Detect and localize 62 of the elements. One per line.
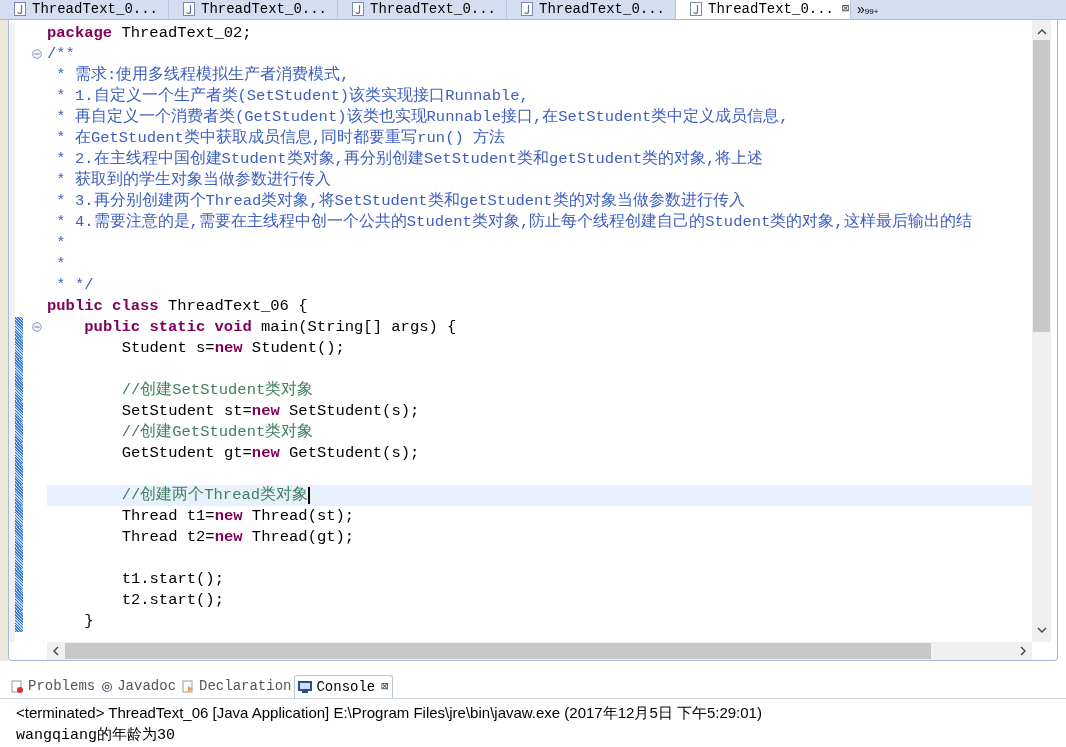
panel-tab-label: Console — [316, 677, 376, 697]
code-line: //创建两个Thread类对象 — [121, 484, 309, 506]
code-line: * 2.在主线程中国创建Student类对象,再分别创建SetStudent类和getStudent类的对象,将上述 — [55, 148, 764, 170]
at-sign-icon — [101, 680, 114, 693]
code-line: } — [84, 610, 94, 632]
code-line: * — [55, 232, 66, 254]
panel-tab[interactable]: Declaration — [179, 675, 295, 698]
scroll-thumb[interactable] — [1033, 39, 1050, 332]
java-file-icon — [521, 2, 533, 17]
tab-label: ThreadText_0... — [32, 2, 159, 17]
declaration-icon — [182, 679, 196, 694]
console-output: wangqiang的年龄为30 — [15, 725, 177, 746]
code-line: * 在GetStudent类中获取成员信息,同时都要重写run() 方法 — [55, 127, 506, 149]
fold-collapse-icon[interactable] — [32, 49, 42, 60]
panel-tab[interactable]: Problems — [8, 675, 99, 698]
code-line: SetStudent st=new SetStudent(s); — [121, 400, 420, 422]
editor-tab[interactable]: ThreadText_0... ⊠ — [676, 0, 851, 19]
code-line: * 1.自定义一个生产者类(SetStudent)该类实现接口Runnable, — [55, 85, 529, 107]
tab-label: ThreadText_0... — [708, 2, 835, 17]
java-file-icon — [352, 2, 364, 17]
code-line: GetStudent gt=new GetStudent(s); — [121, 442, 420, 464]
text-cursor — [308, 486, 311, 504]
fold-collapse-icon[interactable] — [32, 322, 42, 333]
code-line: * 需求:使用多线程模拟生产者消费模式, — [55, 64, 350, 86]
code-line: Thread t2=new Thread(gt); — [121, 526, 355, 548]
console-icon — [298, 681, 313, 694]
panel-tab-label: Declaration — [199, 677, 292, 697]
scroll-thumb[interactable] — [65, 643, 931, 660]
code-line: public class ThreadText_06 { — [47, 295, 308, 317]
overflow-arrow[interactable]: » — [857, 2, 865, 17]
code-line: public static void main(String[] args) { — [84, 316, 457, 338]
java-file-icon — [14, 2, 26, 17]
code-line: t1.start(); — [121, 568, 224, 590]
vertical-scrollbar[interactable] — [1032, 19, 1051, 643]
java-file-icon — [690, 2, 702, 17]
code-line: Student s=new Student(); — [121, 337, 345, 359]
panel-tab[interactable]: Console ⊠ — [294, 675, 393, 698]
code-line: * 再自定义一个消费者类(GetStudent)该类也实现Runnable接口,在SetStudent类中定义成员信息, — [55, 106, 789, 128]
tab-label: ThreadText_0... — [539, 2, 666, 17]
code-line: * 3.再分别创建两个Thread类对象,将SetStudent类和getStudent类的对象当做参数进行传入 — [55, 190, 745, 212]
horizontal-scrollbar[interactable] — [47, 642, 1032, 661]
problems-icon — [11, 679, 24, 694]
code-line: * 获取到的学生对象当做参数进行传入 — [55, 169, 331, 191]
tab-label: ThreadText_0... — [201, 2, 328, 17]
console-header: <terminated> ThreadText_06 [Java Application] E:\Program Files\jre\bin\javaw.exe (2017年12月5日 下午5:29:01) — [15, 703, 763, 723]
code-line: Thread t1=new Thread(st); — [121, 505, 355, 527]
code-line: * 4.需要注意的是,需要在主线程中创一个公共的Student类对象,防止每个线程创建自己的Student类的对象,这样最后输出的结 — [55, 211, 972, 233]
code-line: //创建GetStudent类对象 — [121, 421, 314, 443]
code-line: t2.start(); — [121, 589, 224, 611]
code-line: * — [55, 253, 66, 275]
tab-label: ThreadText_0... — [370, 2, 497, 17]
java-file-icon — [183, 2, 195, 17]
code-line: /** — [47, 43, 75, 65]
panel-tab-label: Javadoc — [117, 677, 177, 697]
code-line: * */ — [55, 274, 94, 296]
code-line: //创建SetStudent类对象 — [121, 379, 314, 401]
code-line: package ThreadText_02; — [47, 22, 252, 44]
panel-tab-label: Problems — [28, 677, 96, 697]
close-icon[interactable]: ⊠ — [842, 0, 850, 19]
close-icon[interactable]: ⊠ — [381, 678, 389, 697]
panel-tab[interactable]: Javadoc — [98, 675, 180, 698]
overflow-count: 99+ — [864, 8, 879, 17]
